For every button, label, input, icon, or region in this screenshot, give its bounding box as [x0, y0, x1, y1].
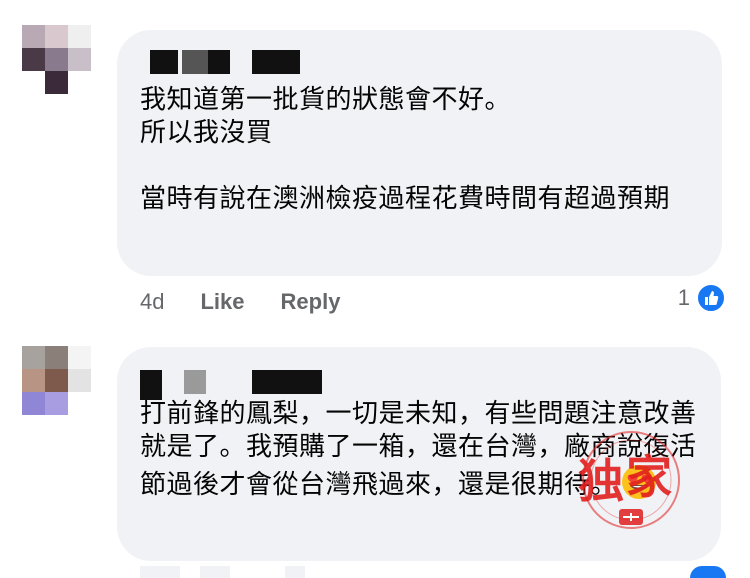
commenter-name-redacted[interactable] — [150, 50, 178, 74]
commenter-name-redacted[interactable] — [184, 370, 206, 394]
next-reaction-badge-cutoff — [690, 566, 726, 578]
comment-text: 我知道第一批貨的狀態會不好。 所以我沒買 當時有說在澳洲檢疫過程花費時間有超過預… — [140, 85, 671, 214]
like-button[interactable]: Like — [200, 289, 244, 315]
next-comment-cutoff — [285, 566, 305, 578]
reaction-summary[interactable]: 1 — [678, 283, 726, 313]
comment-text-body: 打前鋒的鳳梨，一切是未知，有些問題注意改善就是了。我預購了一箱，還在台灣，廠商說… — [140, 399, 697, 500]
heart-eyes-emoji-icon — [621, 464, 657, 500]
commenter-avatar[interactable] — [22, 25, 92, 95]
commenter-name-redacted[interactable] — [140, 370, 162, 400]
thumbs-up-icon — [696, 283, 726, 313]
reaction-count: 1 — [677, 285, 690, 310]
commenter-name-redacted[interactable] — [182, 50, 208, 74]
commenter-name-redacted[interactable] — [252, 50, 300, 74]
comment-actions: 4d Like Reply — [140, 287, 376, 317]
commenter-name-redacted[interactable] — [208, 50, 230, 74]
next-comment-cutoff — [140, 566, 180, 578]
comment-timestamp[interactable]: 4d — [140, 289, 164, 315]
comment-text: 打前鋒的鳳梨，一切是未知，有些問題注意改善就是了。我預購了一箱，還在台灣，廠商說… — [140, 398, 710, 502]
commenter-avatar[interactable] — [22, 346, 92, 418]
reply-button[interactable]: Reply — [281, 289, 341, 315]
next-comment-cutoff — [200, 566, 230, 578]
commenter-name-redacted[interactable] — [252, 370, 322, 394]
